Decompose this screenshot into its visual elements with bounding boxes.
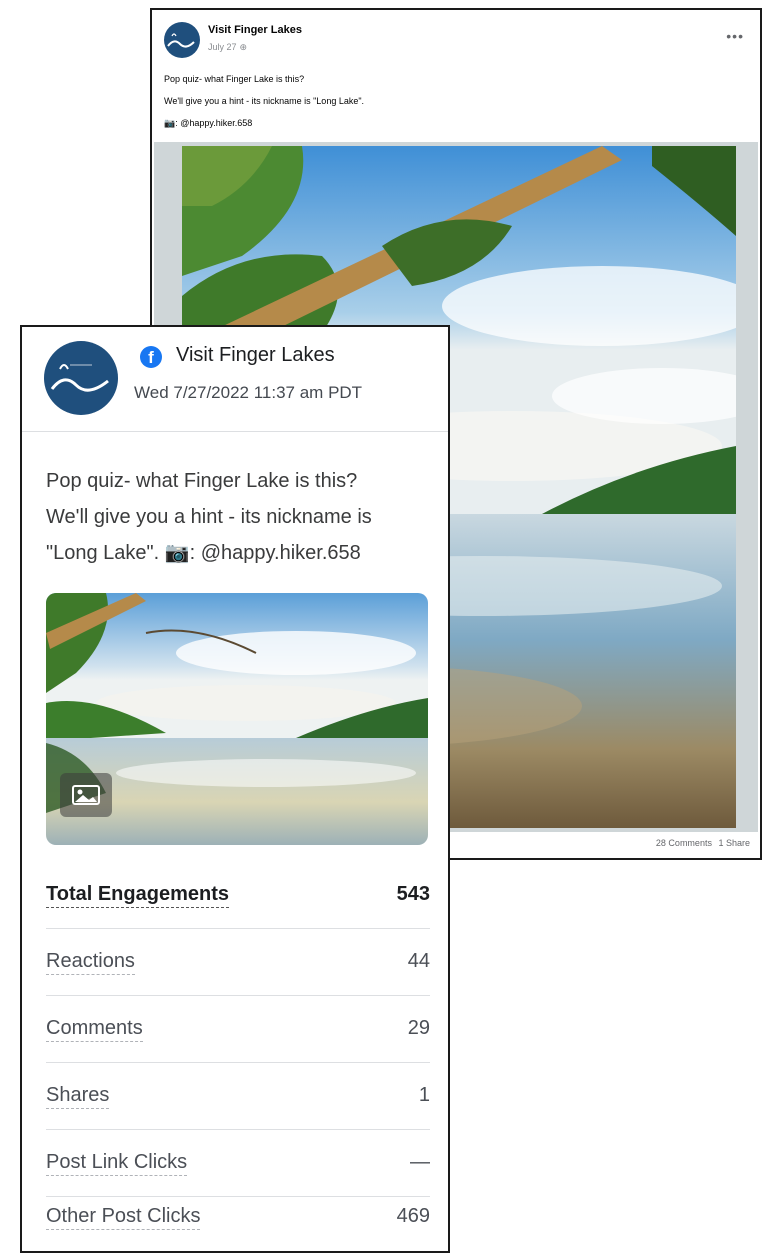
metric-label[interactable]: Shares <box>46 1084 110 1109</box>
page-avatar <box>44 341 118 415</box>
post-text-line: We'll give you a hint - its nickname is <box>46 506 372 528</box>
post-text-line: Pop quiz- what Finger Lake is this? <box>164 74 305 84</box>
post-text-line: We'll give you a hint - its nickname is … <box>164 96 365 106</box>
header-divider <box>22 431 448 432</box>
facebook-icon: f <box>140 346 162 368</box>
metric-label[interactable]: Reactions <box>46 950 135 975</box>
page-name[interactable]: Visit Finger Lakes <box>208 24 302 36</box>
post-text-line: "Long Lake". 📷: @happy.hiker.658 <box>46 542 361 564</box>
metric-reactions: Reactions 44 <box>46 928 430 996</box>
metric-label[interactable]: Other Post Clicks <box>46 1205 201 1230</box>
metric-value: — <box>410 1151 430 1173</box>
shares-count-link[interactable]: 1 Share <box>718 838 750 848</box>
metric-value: 469 <box>396 1205 430 1227</box>
page-avatar[interactable] <box>164 22 200 58</box>
metric-comments: Comments 29 <box>46 995 430 1063</box>
metric-shares: Shares 1 <box>46 1062 430 1130</box>
logo-wave-icon <box>167 33 195 48</box>
post-text: Pop quiz- what Finger Lake is this? We'l… <box>46 463 430 571</box>
metric-value: 29 <box>407 1017 430 1039</box>
post-text-line: Pop quiz- what Finger Lake is this? <box>46 470 358 492</box>
post-text-line: 📷: @happy.hiker.658 <box>164 118 253 128</box>
metric-value: 44 <box>407 950 430 972</box>
logo-wave-icon <box>50 364 109 392</box>
page-name: Visit Finger Lakes <box>176 344 335 366</box>
metric-value: 1 <box>418 1084 430 1106</box>
post-thumbnail[interactable] <box>46 593 428 845</box>
post-date[interactable]: July 27 ⊕ <box>208 42 247 53</box>
more-options-button[interactable]: ••• <box>726 28 744 44</box>
metric-label[interactable]: Post Link Clicks <box>46 1151 188 1176</box>
image-glyph <box>72 785 100 805</box>
post-timestamp: Wed 7/27/2022 11:37 am PDT <box>134 383 363 402</box>
comments-count-link[interactable]: 28 Comments <box>656 838 712 848</box>
post-analytics-card: f Visit Finger Lakes Wed 7/27/2022 11:37… <box>20 325 450 1253</box>
metric-total-engagements: Total Engagements 543 <box>46 861 430 929</box>
post-stats: 28 Comments 1 Share <box>652 838 750 848</box>
metric-other-post-clicks: Other Post Clicks 469 <box>46 1183 430 1250</box>
post-date-text: July 27 <box>208 42 237 52</box>
post-header: Visit Finger Lakes July 27 ⊕ ••• <box>164 20 750 60</box>
metric-value: 543 <box>396 883 430 905</box>
metric-label[interactable]: Comments <box>46 1017 143 1042</box>
metric-label[interactable]: Total Engagements <box>46 883 229 908</box>
image-icon[interactable] <box>60 773 112 817</box>
post-text: Pop quiz- what Finger Lake is this? We'l… <box>164 68 364 134</box>
globe-icon: ⊕ <box>239 42 248 52</box>
